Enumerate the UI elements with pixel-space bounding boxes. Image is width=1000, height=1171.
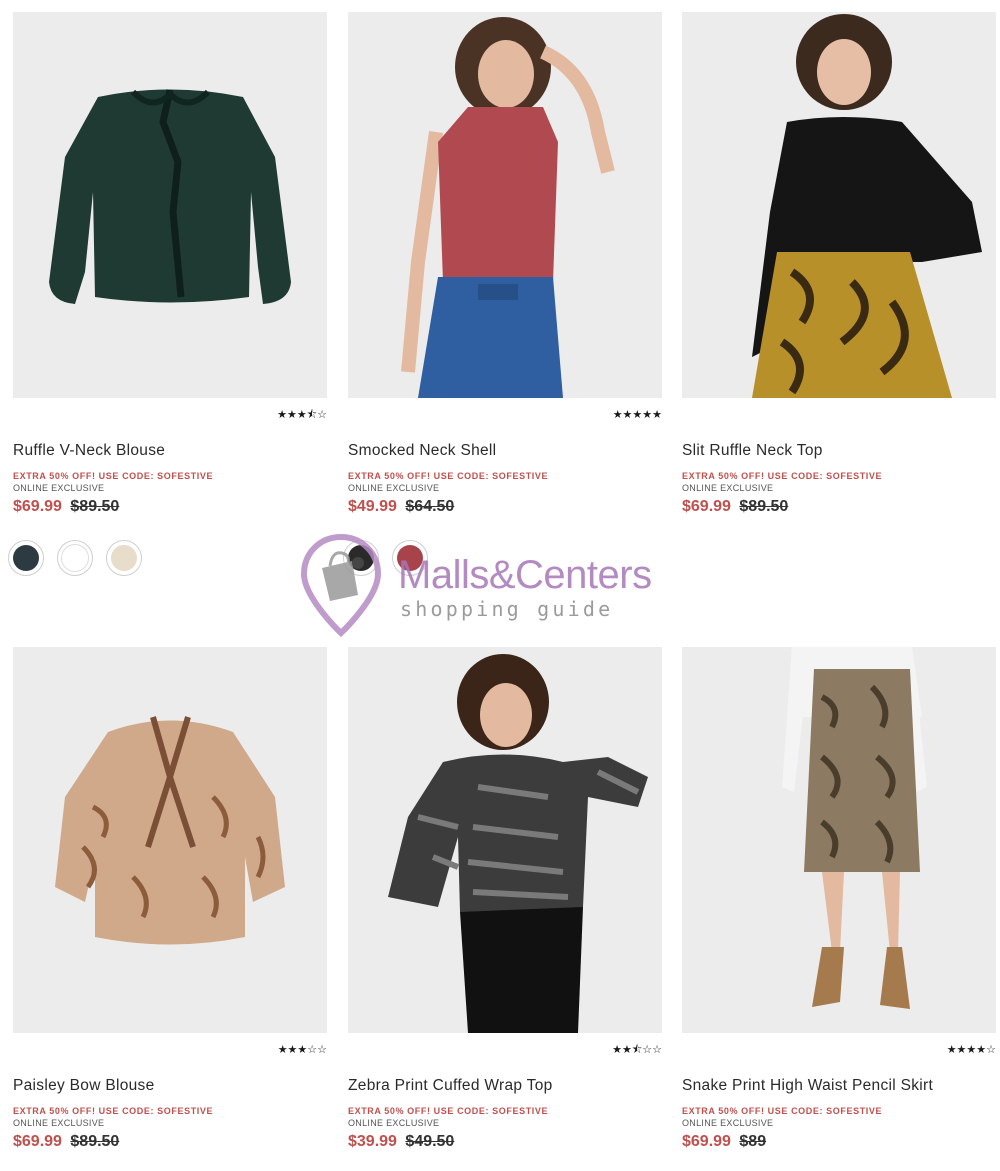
- sale-price: $39.99: [348, 1133, 397, 1150]
- color-swatch[interactable]: [106, 540, 142, 576]
- shopping-bag-pin-icon: [300, 533, 382, 637]
- price-block: $69.99 $89.50: [13, 498, 119, 516]
- sale-price: $69.99: [682, 1133, 731, 1150]
- original-price: $89.50: [70, 498, 120, 515]
- product-name[interactable]: Paisley Bow Blouse: [13, 1077, 155, 1095]
- original-price: $89.50: [739, 498, 789, 515]
- color-swatch[interactable]: [8, 540, 44, 576]
- product-name[interactable]: Smocked Neck Shell: [348, 442, 496, 460]
- exclusive-label: ONLINE EXCLUSIVE: [348, 483, 440, 493]
- promo-text: EXTRA 50% OFF! USE CODE: SOFESTIVE: [348, 471, 549, 481]
- product-image[interactable]: [13, 12, 327, 398]
- watermark-title: Malls&Centers: [398, 553, 652, 597]
- sale-price: $69.99: [13, 498, 62, 515]
- price-block: $49.99 $64.50: [348, 498, 454, 516]
- exclusive-label: ONLINE EXCLUSIVE: [682, 1118, 774, 1128]
- original-price: $49.50: [405, 1133, 455, 1150]
- product-name[interactable]: Slit Ruffle Neck Top: [682, 442, 823, 460]
- exclusive-label: ONLINE EXCLUSIVE: [682, 483, 774, 493]
- product-name[interactable]: Zebra Print Cuffed Wrap Top: [348, 1077, 553, 1095]
- rating-stars: ★★⯪☆☆: [612, 1044, 662, 1056]
- original-price: $89.50: [70, 1133, 120, 1150]
- sale-price: $49.99: [348, 498, 397, 515]
- watermark-subtitle: shopping guide: [400, 597, 614, 621]
- promo-text: EXTRA 50% OFF! USE CODE: SOFESTIVE: [13, 471, 214, 481]
- rating-stars: ★★★★★: [612, 409, 662, 421]
- sale-price: $69.99: [682, 498, 731, 515]
- rating-stars: ★★★☆☆: [277, 1044, 327, 1056]
- product-image[interactable]: [348, 647, 662, 1033]
- original-price: $89: [739, 1133, 767, 1150]
- product-image[interactable]: [13, 647, 327, 1033]
- exclusive-label: ONLINE EXCLUSIVE: [13, 1118, 105, 1128]
- rating-stars: ★★★★☆: [946, 1044, 996, 1056]
- sale-price: $69.99: [13, 1133, 62, 1150]
- exclusive-label: ONLINE EXCLUSIVE: [348, 1118, 440, 1128]
- rating-stars: ★★★⯪☆: [277, 409, 327, 421]
- product-name[interactable]: Ruffle V-Neck Blouse: [13, 442, 165, 460]
- product-name[interactable]: Snake Print High Waist Pencil Skirt: [682, 1077, 933, 1095]
- original-price: $64.50: [405, 498, 455, 515]
- promo-text: EXTRA 50% OFF! USE CODE: SOFESTIVE: [13, 1106, 214, 1116]
- watermark-logo: Malls&Centers shopping guide: [300, 533, 720, 643]
- promo-text: EXTRA 50% OFF! USE CODE: SOFESTIVE: [682, 1106, 883, 1116]
- price-block: $69.99 $89: [682, 1133, 766, 1151]
- promo-text: EXTRA 50% OFF! USE CODE: SOFESTIVE: [348, 1106, 549, 1116]
- product-image[interactable]: [348, 12, 662, 398]
- price-block: $39.99 $49.50: [348, 1133, 454, 1151]
- color-swatches: [8, 540, 142, 576]
- price-block: $69.99 $89.50: [682, 498, 788, 516]
- exclusive-label: ONLINE EXCLUSIVE: [13, 483, 105, 493]
- color-swatch[interactable]: [57, 540, 93, 576]
- promo-text: EXTRA 50% OFF! USE CODE: SOFESTIVE: [682, 471, 883, 481]
- price-block: $69.99 $89.50: [13, 1133, 119, 1151]
- product-image[interactable]: [682, 12, 996, 398]
- product-image[interactable]: [682, 647, 996, 1033]
